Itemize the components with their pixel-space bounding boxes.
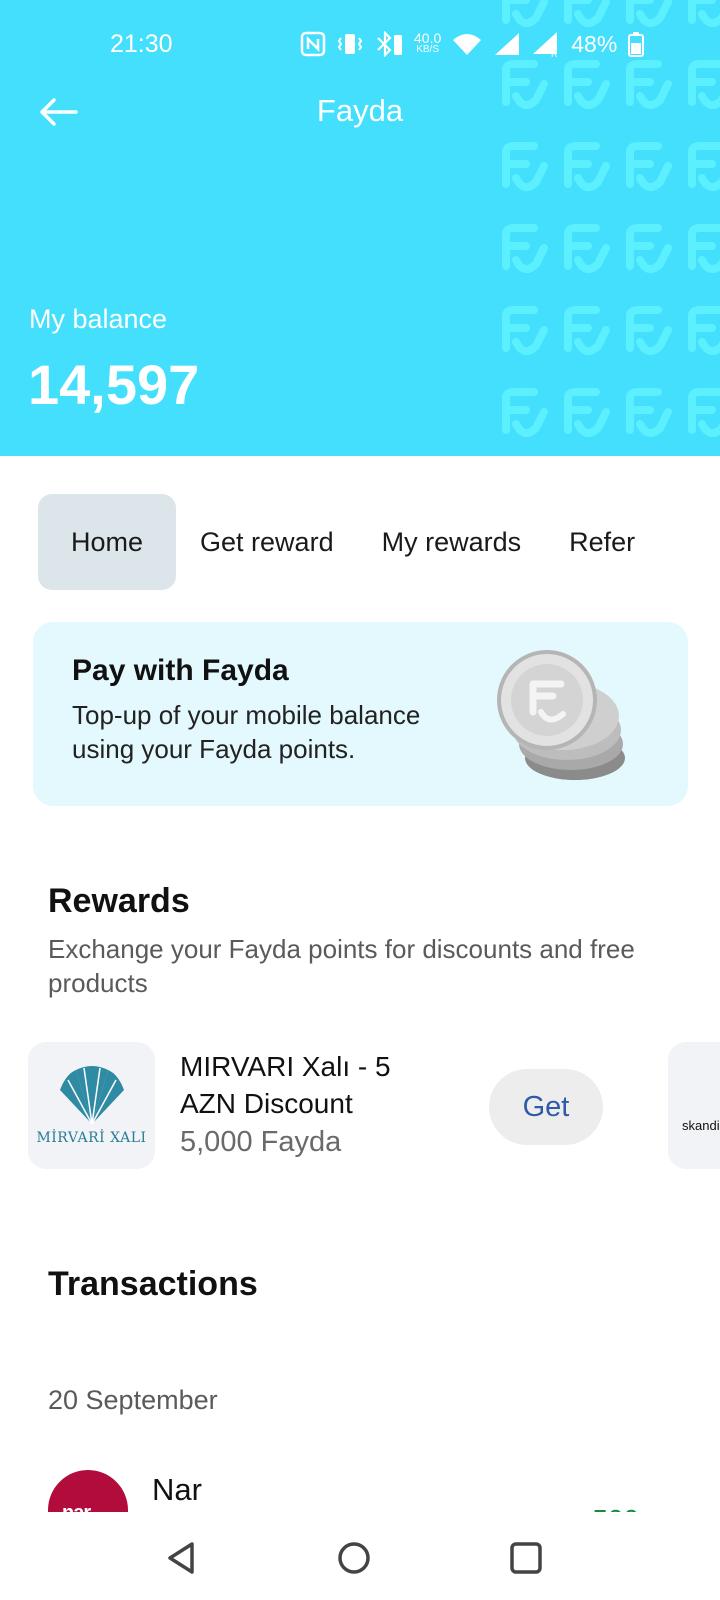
rewards-title: Rewards	[48, 882, 190, 920]
transaction-list: nar Nar +500	[0, 1460, 720, 1512]
tab-home[interactable]: Home	[38, 494, 177, 590]
tab-my-rewards[interactable]: My rewards	[358, 494, 546, 590]
recents-square-icon	[510, 1542, 542, 1574]
pay-card-description: Top-up of your mobile balance using your…	[72, 700, 421, 764]
back-triangle-icon	[168, 1542, 194, 1574]
home-circle-icon	[338, 1542, 370, 1574]
status-bar: 21:30 40.0 KB/S R 48%	[0, 0, 720, 90]
nfc-icon	[300, 31, 326, 57]
tab-get-reward[interactable]: Get reward	[176, 494, 358, 590]
mirvari-logo-text: MİRVARİ XALI	[36, 1129, 147, 1146]
status-time: 21:30	[110, 30, 173, 58]
nar-avatar: nar	[48, 1470, 128, 1512]
signal-roaming-icon: R	[533, 32, 558, 58]
battery-percent: 48%	[571, 30, 618, 57]
vibrate-icon	[337, 34, 363, 54]
mirvari-logo: MİRVARİ XALI	[28, 1042, 155, 1169]
pay-with-fayda-card[interactable]: Pay with Fayda Top-up of your mobile bal…	[33, 622, 688, 806]
tab-bar: Home Get reward My rewards Refer	[38, 494, 720, 590]
status-icons: 40.0 KB/S R 48%	[300, 30, 645, 58]
system-nav-bar	[0, 1512, 720, 1600]
seashell-icon	[59, 1065, 124, 1124]
nav-recents-button[interactable]	[504, 1536, 548, 1580]
skandi-logo-text: skandi	[682, 1118, 720, 1133]
bluetooth-icon	[377, 31, 402, 57]
battery-icon	[628, 32, 645, 57]
svg-text:R: R	[551, 49, 558, 58]
rewards-description: Exchange your Fayda points for discounts…	[48, 934, 635, 998]
transaction-amount: +500	[576, 1504, 639, 1512]
transaction-date: 20 September	[48, 1385, 218, 1415]
get-reward-button[interactable]: Get	[489, 1069, 603, 1145]
nav-home-button[interactable]	[332, 1536, 376, 1580]
nav-back-button[interactable]	[160, 1536, 204, 1580]
net-speed: 40.0 KB/S	[414, 30, 442, 55]
coin-stack-icon	[497, 650, 625, 780]
wifi-icon	[453, 34, 482, 55]
signal-icon	[495, 33, 520, 55]
balance-value: 14,597	[28, 353, 200, 416]
reward-name: MIRVARI Xalı - 5 AZN Discount	[180, 1051, 391, 1119]
pay-card-title: Pay with Fayda	[72, 654, 289, 687]
transaction-name[interactable]: Nar	[152, 1472, 202, 1508]
reward-cost: 5,000 Fayda	[180, 1126, 342, 1158]
reward-item[interactable]: MİRVARİ XALI MIRVARI Xalı - 5 AZN Discou…	[28, 1042, 648, 1170]
nar-avatar-text: nar	[62, 1502, 91, 1512]
transactions-title: Transactions	[48, 1265, 258, 1303]
reward-item-next[interactable]: skandi	[668, 1042, 720, 1169]
balance-label: My balance	[29, 304, 168, 334]
page-title: Fayda	[316, 93, 404, 128]
header: 21:30 40.0 KB/S R 48% Fayda My balance 1…	[0, 0, 720, 456]
tab-refer[interactable]: Refer	[545, 494, 659, 590]
